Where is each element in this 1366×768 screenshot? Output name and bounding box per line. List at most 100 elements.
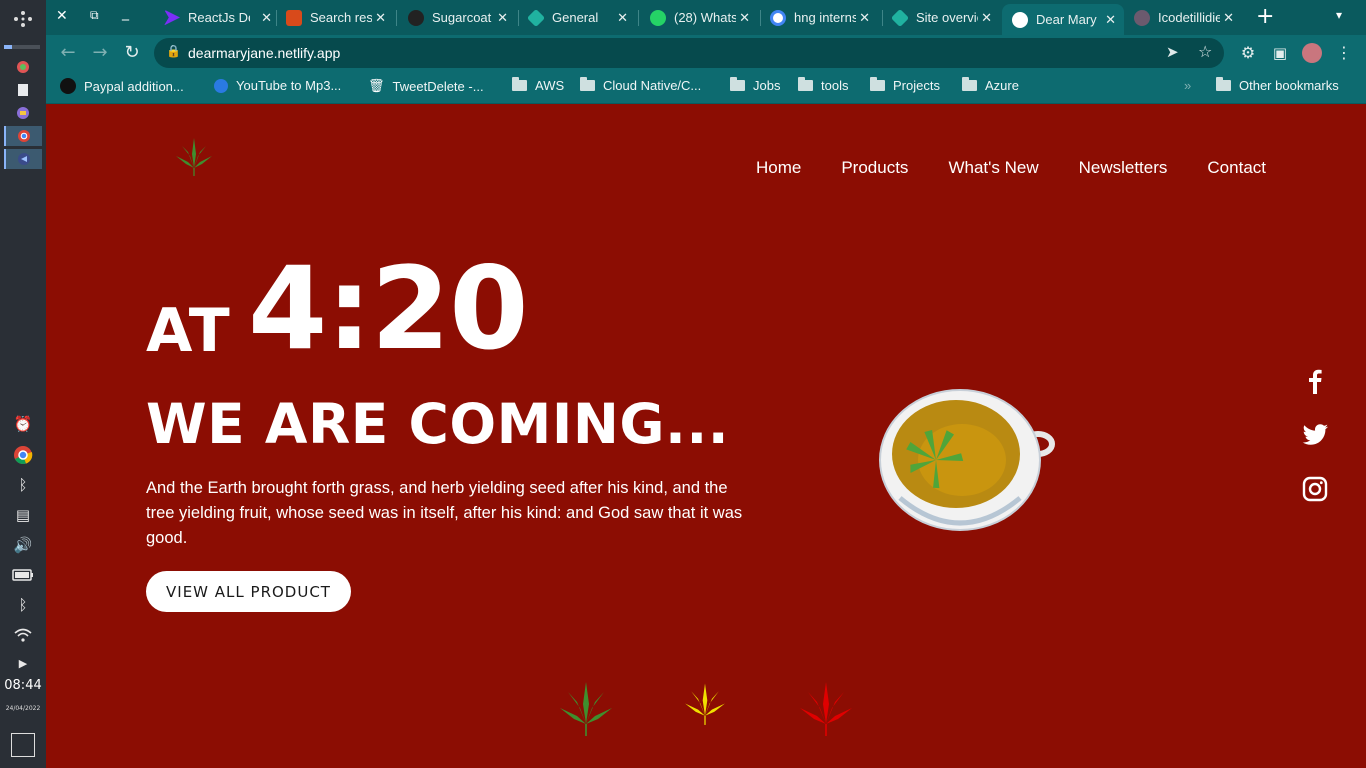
new-tab-button[interactable]: + bbox=[1256, 4, 1274, 29]
clipboard-icon[interactable]: ▤ bbox=[0, 503, 46, 527]
dock-app-3[interactable] bbox=[4, 103, 42, 123]
tab-bar: ✕ ⧉ _ ReactJs Developer ✕ Search results… bbox=[46, 0, 1366, 35]
hero-time: 4:20 bbox=[248, 242, 529, 375]
reload-icon[interactable]: ↻ bbox=[120, 41, 144, 65]
tab-sugarcoat[interactable]: Sugarcoat ✕ bbox=[408, 4, 508, 31]
dock-app-vscode[interactable] bbox=[4, 149, 42, 169]
trash-icon: 🗑 bbox=[368, 78, 385, 93]
battery-icon[interactable] bbox=[0, 563, 46, 587]
back-arrow-icon[interactable]: ← bbox=[56, 41, 80, 65]
browser-menu-icon[interactable]: ⋮ bbox=[1332, 41, 1356, 65]
paypal-icon bbox=[60, 78, 76, 94]
folder-icon bbox=[580, 77, 595, 91]
tab-title: Search results bbox=[310, 10, 372, 25]
folder-icon bbox=[798, 77, 813, 91]
web-page: Home Products What's New Newsletters Con… bbox=[46, 104, 1366, 768]
bookmark-tweetdelete[interactable]: 🗑 TweetDelete -... bbox=[368, 78, 484, 94]
forward-arrow-icon[interactable]: → bbox=[88, 41, 112, 65]
bookmark-label: AWS bbox=[535, 78, 565, 93]
tab-favicon bbox=[408, 9, 424, 26]
nav-home[interactable]: Home bbox=[756, 158, 801, 178]
folder-icon bbox=[870, 77, 885, 91]
green-leaf-icon[interactable] bbox=[556, 680, 616, 740]
show-desktop-button[interactable] bbox=[11, 733, 35, 757]
close-tab-icon[interactable]: ✕ bbox=[739, 10, 750, 26]
bookmarks-overflow-icon[interactable]: » bbox=[1184, 78, 1191, 93]
tab-reactjs[interactable]: ReactJs Developer ✕ bbox=[164, 4, 272, 31]
bluetooth-tray-icon[interactable]: ᛒ bbox=[0, 473, 46, 497]
bookmark-label: Projects bbox=[893, 78, 940, 93]
dock-app-1[interactable] bbox=[4, 57, 42, 77]
wifi-icon[interactable] bbox=[0, 623, 46, 647]
close-tab-icon[interactable]: ✕ bbox=[859, 10, 870, 26]
bookmark-folder-jobs[interactable]: Jobs bbox=[730, 77, 780, 93]
tab-dear-mary-jane[interactable]: Dear Mary Jane ✕ bbox=[1002, 4, 1124, 35]
bookmark-folder-azure[interactable]: Azure bbox=[962, 77, 1019, 93]
twitter-icon[interactable] bbox=[1300, 420, 1330, 450]
tab-site-overview[interactable]: Site overview ✕ bbox=[890, 4, 992, 31]
volume-icon[interactable]: 🔊 bbox=[0, 533, 46, 557]
yellow-leaf-icon[interactable] bbox=[682, 682, 728, 728]
bookmark-label: Paypal addition... bbox=[84, 78, 184, 94]
bookmark-label: YouTube to Mp3... bbox=[236, 78, 342, 93]
send-icon[interactable]: ➤ bbox=[1166, 43, 1179, 61]
close-tab-icon[interactable]: ✕ bbox=[1105, 12, 1116, 28]
bookmark-folder-projects[interactable]: Projects bbox=[870, 77, 940, 93]
folder-icon bbox=[512, 77, 527, 91]
tab-hng[interactable]: hng internship ✕ bbox=[770, 4, 870, 31]
close-tab-icon[interactable]: ✕ bbox=[617, 10, 628, 26]
close-tab-icon[interactable]: ✕ bbox=[981, 10, 992, 26]
teacup-image bbox=[879, 389, 1055, 531]
bookmark-folder-tools[interactable]: tools bbox=[798, 77, 848, 93]
dock-app-chrome[interactable] bbox=[4, 126, 42, 146]
tab-title: General bbox=[552, 10, 599, 25]
folder-icon bbox=[730, 77, 745, 91]
restore-window-icon[interactable]: ⧉ bbox=[90, 8, 99, 23]
nav-products[interactable]: Products bbox=[841, 158, 908, 178]
bluetooth-icon[interactable]: ᛒ bbox=[0, 593, 46, 617]
alarm-icon[interactable]: ⏰ bbox=[0, 412, 46, 436]
facebook-icon[interactable] bbox=[1300, 366, 1330, 396]
tab-whatsapp[interactable]: (28) WhatsApp ✕ bbox=[650, 4, 750, 31]
dock-app-files[interactable] bbox=[4, 80, 42, 100]
hero-verse: And the Earth brought forth grass, and h… bbox=[146, 479, 743, 547]
close-tab-icon[interactable]: ✕ bbox=[1223, 10, 1234, 26]
profile-avatar[interactable] bbox=[1302, 43, 1322, 63]
other-bookmarks-folder[interactable]: Other bookmarks bbox=[1216, 77, 1339, 93]
address-bar[interactable]: 🔒 dearmaryjane.netlify.app ➤ ☆ bbox=[154, 38, 1224, 68]
lock-icon[interactable]: 🔒 bbox=[166, 44, 181, 58]
bookmark-folder-cloud-native[interactable]: Cloud Native/C... bbox=[580, 77, 701, 93]
bookmark-youtube-mp3[interactable]: YouTube to Mp3... bbox=[214, 78, 341, 93]
tab-search[interactable]: Search results ✕ bbox=[286, 4, 386, 31]
tab-favicon bbox=[890, 8, 910, 27]
instagram-icon[interactable] bbox=[1300, 474, 1330, 504]
red-leaf-icon[interactable] bbox=[796, 680, 856, 740]
chrome-icon[interactable] bbox=[0, 443, 46, 467]
extensions-icon[interactable]: ⚙ bbox=[1236, 41, 1260, 65]
close-tab-icon[interactable]: ✕ bbox=[375, 10, 386, 26]
info-icon bbox=[214, 78, 228, 93]
folder-icon bbox=[1216, 77, 1231, 91]
bookmark-paypal[interactable]: Paypal addition... bbox=[60, 78, 184, 94]
nav-whats-new[interactable]: What's New bbox=[948, 158, 1038, 178]
tab-title: Icodetillidie bbox=[1158, 10, 1220, 25]
tab-general[interactable]: General ✕ bbox=[526, 4, 628, 31]
view-all-product-button[interactable]: VIEW ALL PRODUCT bbox=[146, 571, 351, 612]
bookmark-star-icon[interactable]: ☆ bbox=[1198, 42, 1212, 61]
close-window-icon[interactable]: ✕ bbox=[56, 8, 68, 24]
tab-title: hng internship bbox=[794, 10, 856, 25]
launcher-icon[interactable] bbox=[12, 8, 34, 30]
close-tab-icon[interactable]: ✕ bbox=[261, 10, 272, 26]
side-panel-icon[interactable]: ▣ bbox=[1268, 41, 1292, 65]
url-text[interactable]: dearmaryjane.netlify.app bbox=[188, 45, 340, 61]
nav-newsletters[interactable]: Newsletters bbox=[1079, 158, 1168, 178]
close-tab-icon[interactable]: ✕ bbox=[497, 10, 508, 26]
tab-search-chevron-icon[interactable]: ▾ bbox=[1336, 8, 1342, 22]
expand-tray-icon[interactable]: ▶ bbox=[0, 651, 46, 675]
tab-icodetillidie[interactable]: Icodetillidie ✕ bbox=[1134, 4, 1234, 31]
bookmark-folder-aws[interactable]: AWS bbox=[512, 77, 565, 93]
minimize-window-icon[interactable]: _ bbox=[122, 5, 129, 21]
nav-contact[interactable]: Contact bbox=[1207, 158, 1266, 178]
cannabis-leaf-logo[interactable] bbox=[172, 136, 216, 180]
date: 24/04/2022 bbox=[5, 705, 41, 712]
